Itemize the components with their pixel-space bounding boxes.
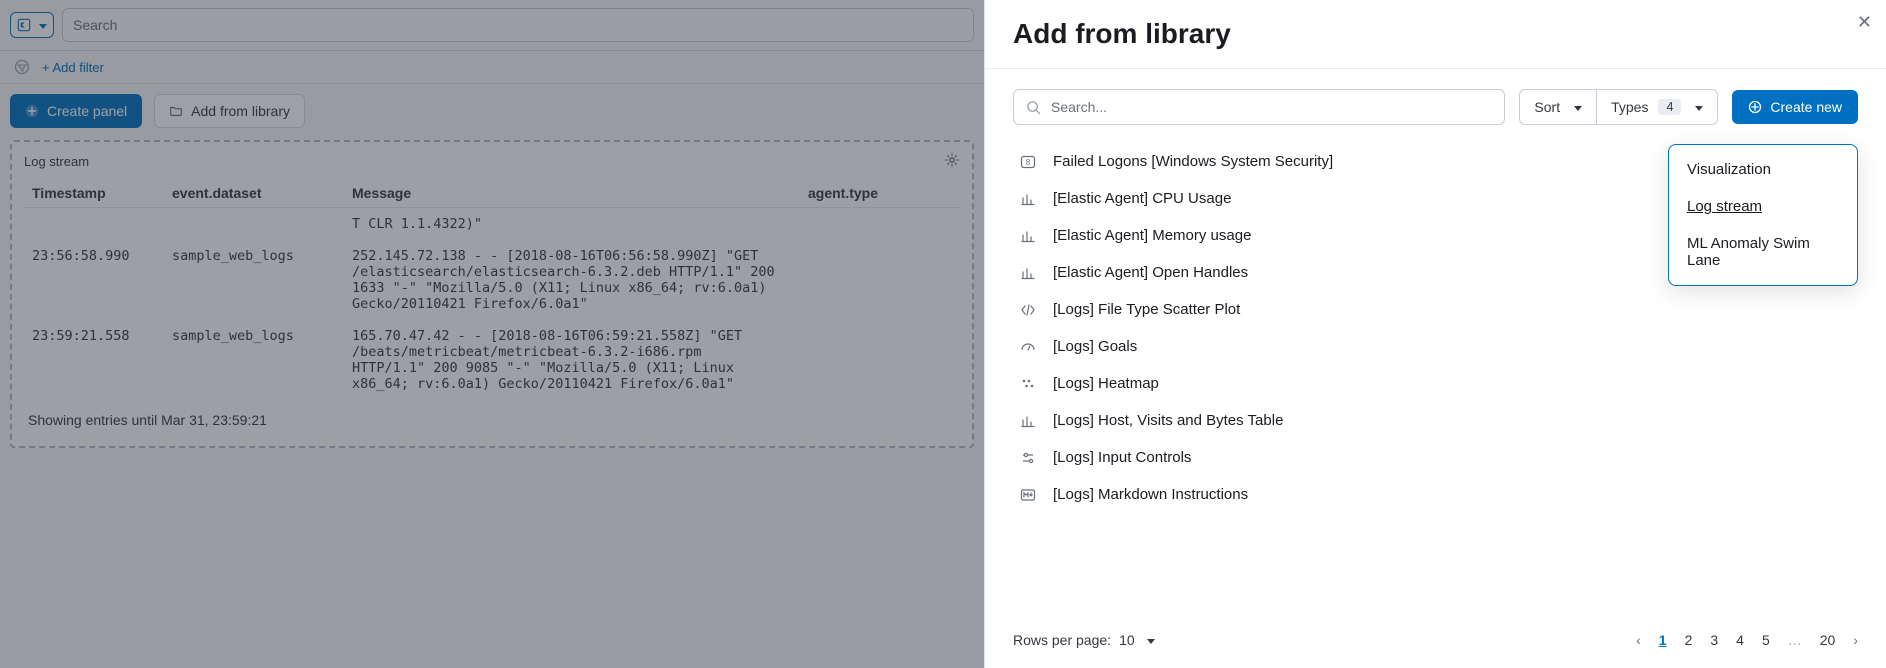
col-dataset[interactable]: event.dataset (164, 179, 344, 208)
kql-toggle[interactable] (10, 12, 54, 38)
list-item-label: [Elastic Agent] Memory usage (1053, 227, 1251, 244)
types-button[interactable]: Types 4 (1597, 89, 1718, 125)
table-row: T CLR 1.1.4322)" (24, 208, 960, 241)
create-panel-button[interactable]: Create panel (10, 94, 142, 128)
plus-circle-icon (1748, 100, 1762, 114)
list-item-label: [Logs] Heatmap (1053, 375, 1159, 392)
list-item-label: [Logs] Input Controls (1053, 449, 1191, 466)
code-icon (1019, 302, 1037, 318)
rows-per-page-value: 10 (1119, 632, 1135, 648)
page-3[interactable]: 3 (1710, 632, 1718, 648)
gear-icon[interactable] (944, 152, 960, 171)
search-icon (1026, 100, 1041, 115)
page-20[interactable]: 20 (1820, 632, 1836, 648)
chevron-down-icon (1691, 99, 1703, 115)
filter-icon (14, 59, 30, 75)
page-ellipsis: … (1788, 632, 1802, 648)
log-message: T CLR 1.1.4322)" (352, 216, 782, 232)
ctrl-icon (1019, 450, 1037, 466)
list-item-label: [Elastic Agent] Open Handles (1053, 264, 1248, 281)
query-bar: Search (0, 0, 984, 51)
library-pager: Rows per page: 10 ‹ 1 2 3 4 5 … 20 › (985, 618, 1886, 668)
list-item[interactable]: [Logs] Host, Visits and Bytes Table (1013, 402, 1858, 439)
table-row: 23:56:58.990 sample_web_logs 252.145.72.… (24, 240, 960, 320)
panel-actions: Create panel Add from library (0, 84, 984, 140)
list-item[interactable]: [Logs] Markdown Instructions (1013, 476, 1858, 513)
rows-per-page[interactable]: Rows per page: 10 (1013, 632, 1155, 648)
page-next[interactable]: › (1853, 632, 1858, 648)
chevron-down-icon (35, 17, 47, 33)
create-new-popover: Visualization Log stream ML Anomaly Swim… (1668, 144, 1858, 286)
add-from-library-label: Add from library (191, 103, 290, 119)
list-item-label: [Elastic Agent] CPU Usage (1053, 190, 1231, 207)
list-item-label: Failed Logons [Windows System Security] (1053, 153, 1333, 170)
panel-title-text: Log stream (24, 154, 89, 169)
cell-ts: 23:59:21.558 (24, 320, 164, 400)
close-icon[interactable]: ✕ (1857, 12, 1872, 33)
add-filter-button[interactable]: + Add filter (42, 60, 104, 75)
bar-icon (1019, 228, 1037, 244)
page-list: ‹ 1 2 3 4 5 … 20 › (1636, 632, 1858, 648)
log-table: Timestamp event.dataset Message agent.ty… (24, 179, 960, 400)
types-count: 4 (1658, 99, 1681, 115)
bar-icon (1019, 413, 1037, 429)
flyout-header: Add from library ✕ (985, 0, 1886, 69)
create-new-button[interactable]: Create new (1732, 90, 1858, 124)
num-icon: 8 (1019, 154, 1037, 170)
page-2[interactable]: 2 (1685, 632, 1693, 648)
log-stream-panel: Log stream Timestamp event.dataset Messa… (10, 140, 974, 448)
sort-button[interactable]: Sort (1519, 89, 1597, 125)
sort-label: Sort (1534, 99, 1560, 115)
page-5[interactable]: 5 (1762, 632, 1770, 648)
svg-text:8: 8 (1026, 158, 1031, 167)
create-panel-label: Create panel (47, 103, 127, 119)
page-4[interactable]: 4 (1736, 632, 1744, 648)
col-timestamp[interactable]: Timestamp (24, 179, 164, 208)
library-search-input[interactable]: Search... (1013, 89, 1505, 125)
library-flyout: Add from library ✕ Search... Sort Types … (984, 0, 1886, 668)
cell-ds: sample_web_logs (164, 320, 344, 400)
list-item[interactable]: [Logs] Heatmap (1013, 365, 1858, 402)
table-footer: Showing entries until Mar 31, 23:59:21 (24, 400, 960, 432)
folder-icon (169, 104, 183, 118)
page-prev[interactable]: ‹ (1636, 632, 1641, 648)
popover-item-ml-swim-lane[interactable]: ML Anomaly Swim Lane (1669, 225, 1857, 279)
col-message[interactable]: Message (344, 179, 800, 208)
create-new-label: Create new (1770, 99, 1842, 115)
search-placeholder: Search... (1051, 99, 1107, 115)
list-item-label: [Logs] Host, Visits and Bytes Table (1053, 412, 1283, 429)
rows-per-page-label: Rows per page: (1013, 632, 1111, 648)
cell-ts: 23:56:58.990 (24, 240, 164, 320)
log-message: 252.145.72.138 - - [2018-08-16T06:56:58.… (352, 248, 782, 312)
list-item[interactable]: [Logs] Input Controls (1013, 439, 1858, 476)
list-item-label: [Logs] Goals (1053, 338, 1137, 355)
flyout-title: Add from library (1013, 18, 1858, 50)
md-icon (1019, 487, 1037, 503)
filter-bar: + Add filter (0, 51, 984, 84)
list-item-label: [Logs] File Type Scatter Plot (1053, 301, 1240, 318)
table-row: 23:59:21.558 sample_web_logs 165.70.47.4… (24, 320, 960, 400)
library-controls: Search... Sort Types 4 Create new (1013, 89, 1858, 125)
popover-item-log-stream[interactable]: Log stream (1669, 188, 1857, 225)
list-item-label: [Logs] Markdown Instructions (1053, 486, 1248, 503)
list-item[interactable]: [Logs] File Type Scatter Plot (1013, 291, 1858, 328)
log-message: 165.70.47.42 - - [2018-08-16T06:59:21.55… (352, 328, 782, 392)
list-item[interactable]: [Logs] Goals (1013, 328, 1858, 365)
gauge-icon (1019, 339, 1037, 355)
chevron-down-icon (1143, 632, 1155, 648)
col-agent[interactable]: agent.type (800, 179, 960, 208)
dashboard-editor: Search + Add filter Create panel Add fro… (0, 0, 984, 668)
add-from-library-button[interactable]: Add from library (154, 94, 305, 128)
types-label: Types (1611, 99, 1648, 115)
bar-icon (1019, 191, 1037, 207)
heat-icon (1019, 376, 1037, 392)
popover-item-visualization[interactable]: Visualization (1669, 151, 1857, 188)
bar-icon (1019, 265, 1037, 281)
plus-circle-icon (25, 104, 39, 118)
filter-group: Sort Types 4 (1519, 89, 1718, 125)
cell-ds: sample_web_logs (164, 240, 344, 320)
page-1[interactable]: 1 (1659, 632, 1667, 648)
query-input[interactable]: Search (62, 8, 974, 42)
chevron-down-icon (1570, 99, 1582, 115)
